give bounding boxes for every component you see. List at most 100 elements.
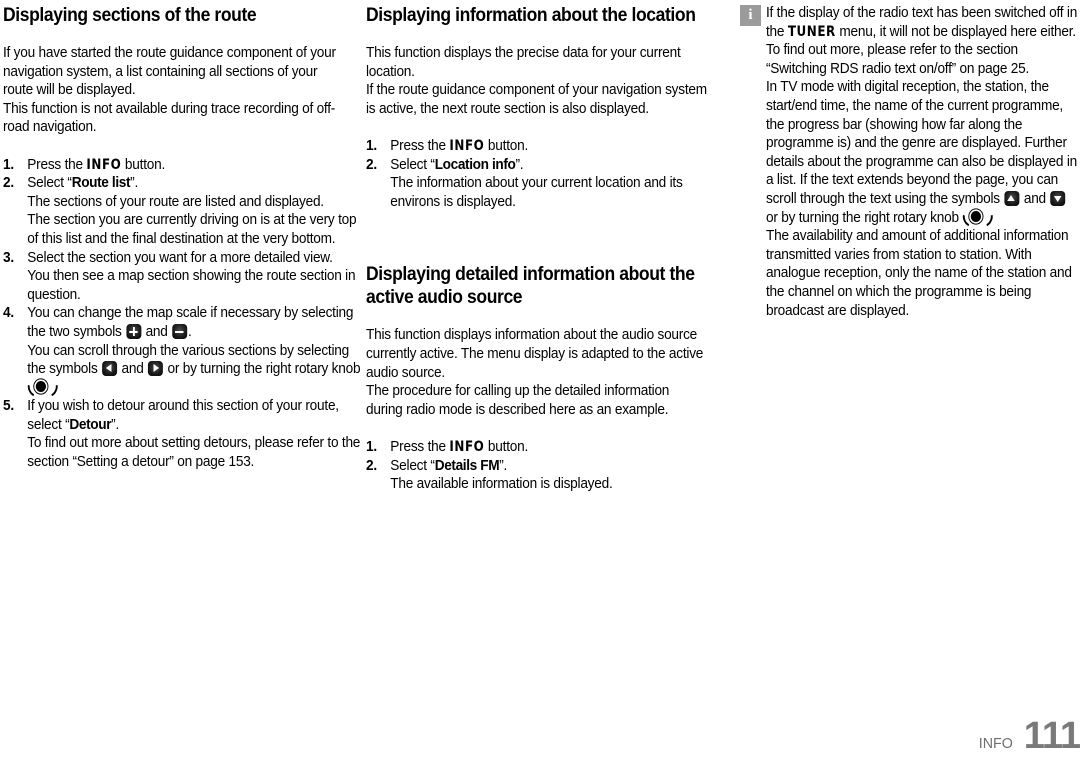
paragraph: If you have started the route guidance c… — [3, 45, 336, 99]
step-text: Select “Route list”. — [27, 175, 138, 191]
column-1-steps: 1. Press the INFO button. 2. Select “Route … — [3, 156, 361, 472]
down-arrow-icon — [1050, 190, 1066, 206]
paragraph: This function is not available during tr… — [3, 100, 336, 136]
menu-item-label: Details FM — [434, 457, 500, 474]
step-item: 1. Press the INFO button. — [366, 137, 733, 156]
step-text: Select the section you want for a more d… — [27, 249, 333, 266]
step-subtext: You then see a map section showing the r… — [27, 268, 356, 303]
minus-icon — [172, 323, 188, 339]
info-note: i If the display of the radio text has b… — [740, 4, 1080, 320]
rotary-knob-icon — [24, 378, 61, 400]
step-item: 3. Select the section you want for a more… — [3, 249, 370, 305]
step-number: 1. — [3, 156, 14, 173]
page-title: Displaying sections of the route — [3, 4, 257, 26]
text-run: The availability and amount of additiona… — [766, 228, 1072, 319]
paragraph: This function displays information about… — [366, 327, 704, 381]
footer-page-number: 111 — [1023, 715, 1081, 757]
device-button-label: INFO — [86, 156, 122, 173]
right-arrow-icon — [148, 361, 164, 377]
page-footer: INFO 111 — [977, 715, 1081, 757]
text-run: button. — [121, 156, 166, 173]
step-number: 5. — [3, 398, 14, 415]
step-number: 2. — [3, 175, 14, 192]
text-run: or by turning the right rotary knob — [766, 209, 963, 226]
step-text: Press the INFO button. — [390, 439, 528, 455]
info-icon: i — [740, 5, 761, 26]
step-text: Press the INFO button. — [390, 138, 528, 154]
column-3: i If the display of the radio text has b… — [740, 4, 1080, 320]
column-2-intro-2: This function displays information about… — [366, 326, 709, 419]
step-number: 1. — [366, 438, 377, 455]
step-subtext: The information about your current locat… — [390, 175, 683, 210]
step-item: 2. Select “Location info”. The information… — [366, 156, 733, 212]
paragraph: If the route guidance component of your … — [366, 82, 707, 117]
text-run: Select the section you want for a more d… — [27, 249, 333, 266]
column-2-steps: 1. Press the INFO button. 2. Select “Locati… — [366, 137, 709, 211]
step-subtext: The section you are currently driving on… — [27, 212, 357, 247]
device-button-label: TUNER — [787, 23, 836, 40]
step-number: 1. — [366, 137, 377, 154]
device-button-label: INFO — [449, 438, 485, 455]
text-run: Press the — [390, 438, 450, 455]
paragraph: If the display of the radio text has bee… — [766, 4, 1080, 78]
text-run: ”. — [515, 156, 524, 173]
step-number: 4. — [3, 305, 14, 322]
column-1: Displaying sections of the route If you … — [3, 4, 361, 472]
text-run: and — [142, 323, 172, 340]
text-run: In TV mode with digital reception, the s… — [766, 79, 1077, 207]
text-run: . — [188, 323, 192, 340]
text-run: Select “ — [27, 175, 72, 192]
paragraph: This function displays the precise data … — [366, 45, 681, 80]
step-number: 2. — [366, 457, 377, 474]
text-run: Select “ — [390, 156, 435, 173]
text-run: ”. — [130, 175, 139, 192]
step-subtext: The sections of your route are listed an… — [27, 193, 324, 210]
device-button-label: INFO — [449, 137, 485, 154]
step-text: Select “Details FM”. — [390, 458, 507, 474]
step-item: 2. Select “Details FM”. The available info… — [366, 457, 733, 494]
step-text: Press the INFO button. — [27, 157, 165, 173]
text-run: ”. — [111, 416, 120, 433]
step-subtext: To find out more about setting detours, … — [27, 435, 361, 471]
left-arrow-icon — [102, 361, 117, 377]
paragraph: The availability and amount of additiona… — [766, 227, 1080, 320]
column-2-steps-2: 1. Press the INFO button. 2. Select “Detail… — [366, 438, 709, 494]
menu-item-label: Location info — [434, 156, 516, 173]
column-2: Displaying information about the locatio… — [366, 4, 709, 494]
step-item: 1. Press the INFO button. — [3, 156, 370, 175]
step-item: 1. Press the INFO button. — [366, 438, 733, 457]
paragraph: The procedure for calling up the detaile… — [366, 383, 670, 418]
text-run: Press the — [390, 137, 450, 154]
step-text: If you wish to detour around this sectio… — [27, 398, 339, 433]
step-number: 3. — [3, 249, 14, 266]
plus-icon — [126, 323, 142, 339]
info-note-body: If the display of the radio text has bee… — [766, 4, 1080, 320]
section-heading-location: Displaying information about the locatio… — [366, 4, 696, 26]
column-2-intro: This function displays the precise data … — [366, 44, 709, 118]
step-number: 2. — [366, 156, 377, 173]
menu-item-label: Detour — [69, 416, 112, 433]
text-run: button. — [484, 137, 529, 154]
step-item: 4. You can change the map scale if necess… — [3, 304, 370, 400]
text-run: and — [117, 361, 148, 378]
paragraph: In TV mode with digital reception, the s… — [766, 78, 1080, 230]
footer-chapter-label: INFO — [978, 735, 1013, 752]
text-run: Press the — [27, 156, 87, 173]
up-arrow-icon — [1004, 190, 1020, 206]
manual-page: Displaying sections of the route If you … — [0, 0, 1082, 761]
step-text: Select “Location info”. — [390, 157, 523, 173]
rotary-knob-icon — [959, 208, 996, 230]
text-run: Select “ — [390, 457, 435, 474]
column-1-intro: If you have started the route guidance c… — [3, 44, 346, 137]
text-run: or by turning the right rotary knob — [163, 361, 361, 378]
text-run: and — [1020, 190, 1050, 207]
step-subtext: The available information is displayed. — [390, 476, 613, 493]
step-item: 5. If you wish to detour around this sect… — [3, 397, 370, 471]
step-text: You can change the map scale if necessar… — [27, 305, 353, 340]
section-heading-audio-source: Displaying detailed information about th… — [366, 263, 695, 309]
step-item: 2. Select “Route list”. The sections of yo… — [3, 174, 370, 248]
step-subtext: You can scroll through the various secti… — [24, 342, 370, 400]
text-run: ”. — [499, 457, 508, 474]
menu-item-label: Route list — [71, 175, 131, 192]
text-run: button. — [484, 438, 529, 455]
